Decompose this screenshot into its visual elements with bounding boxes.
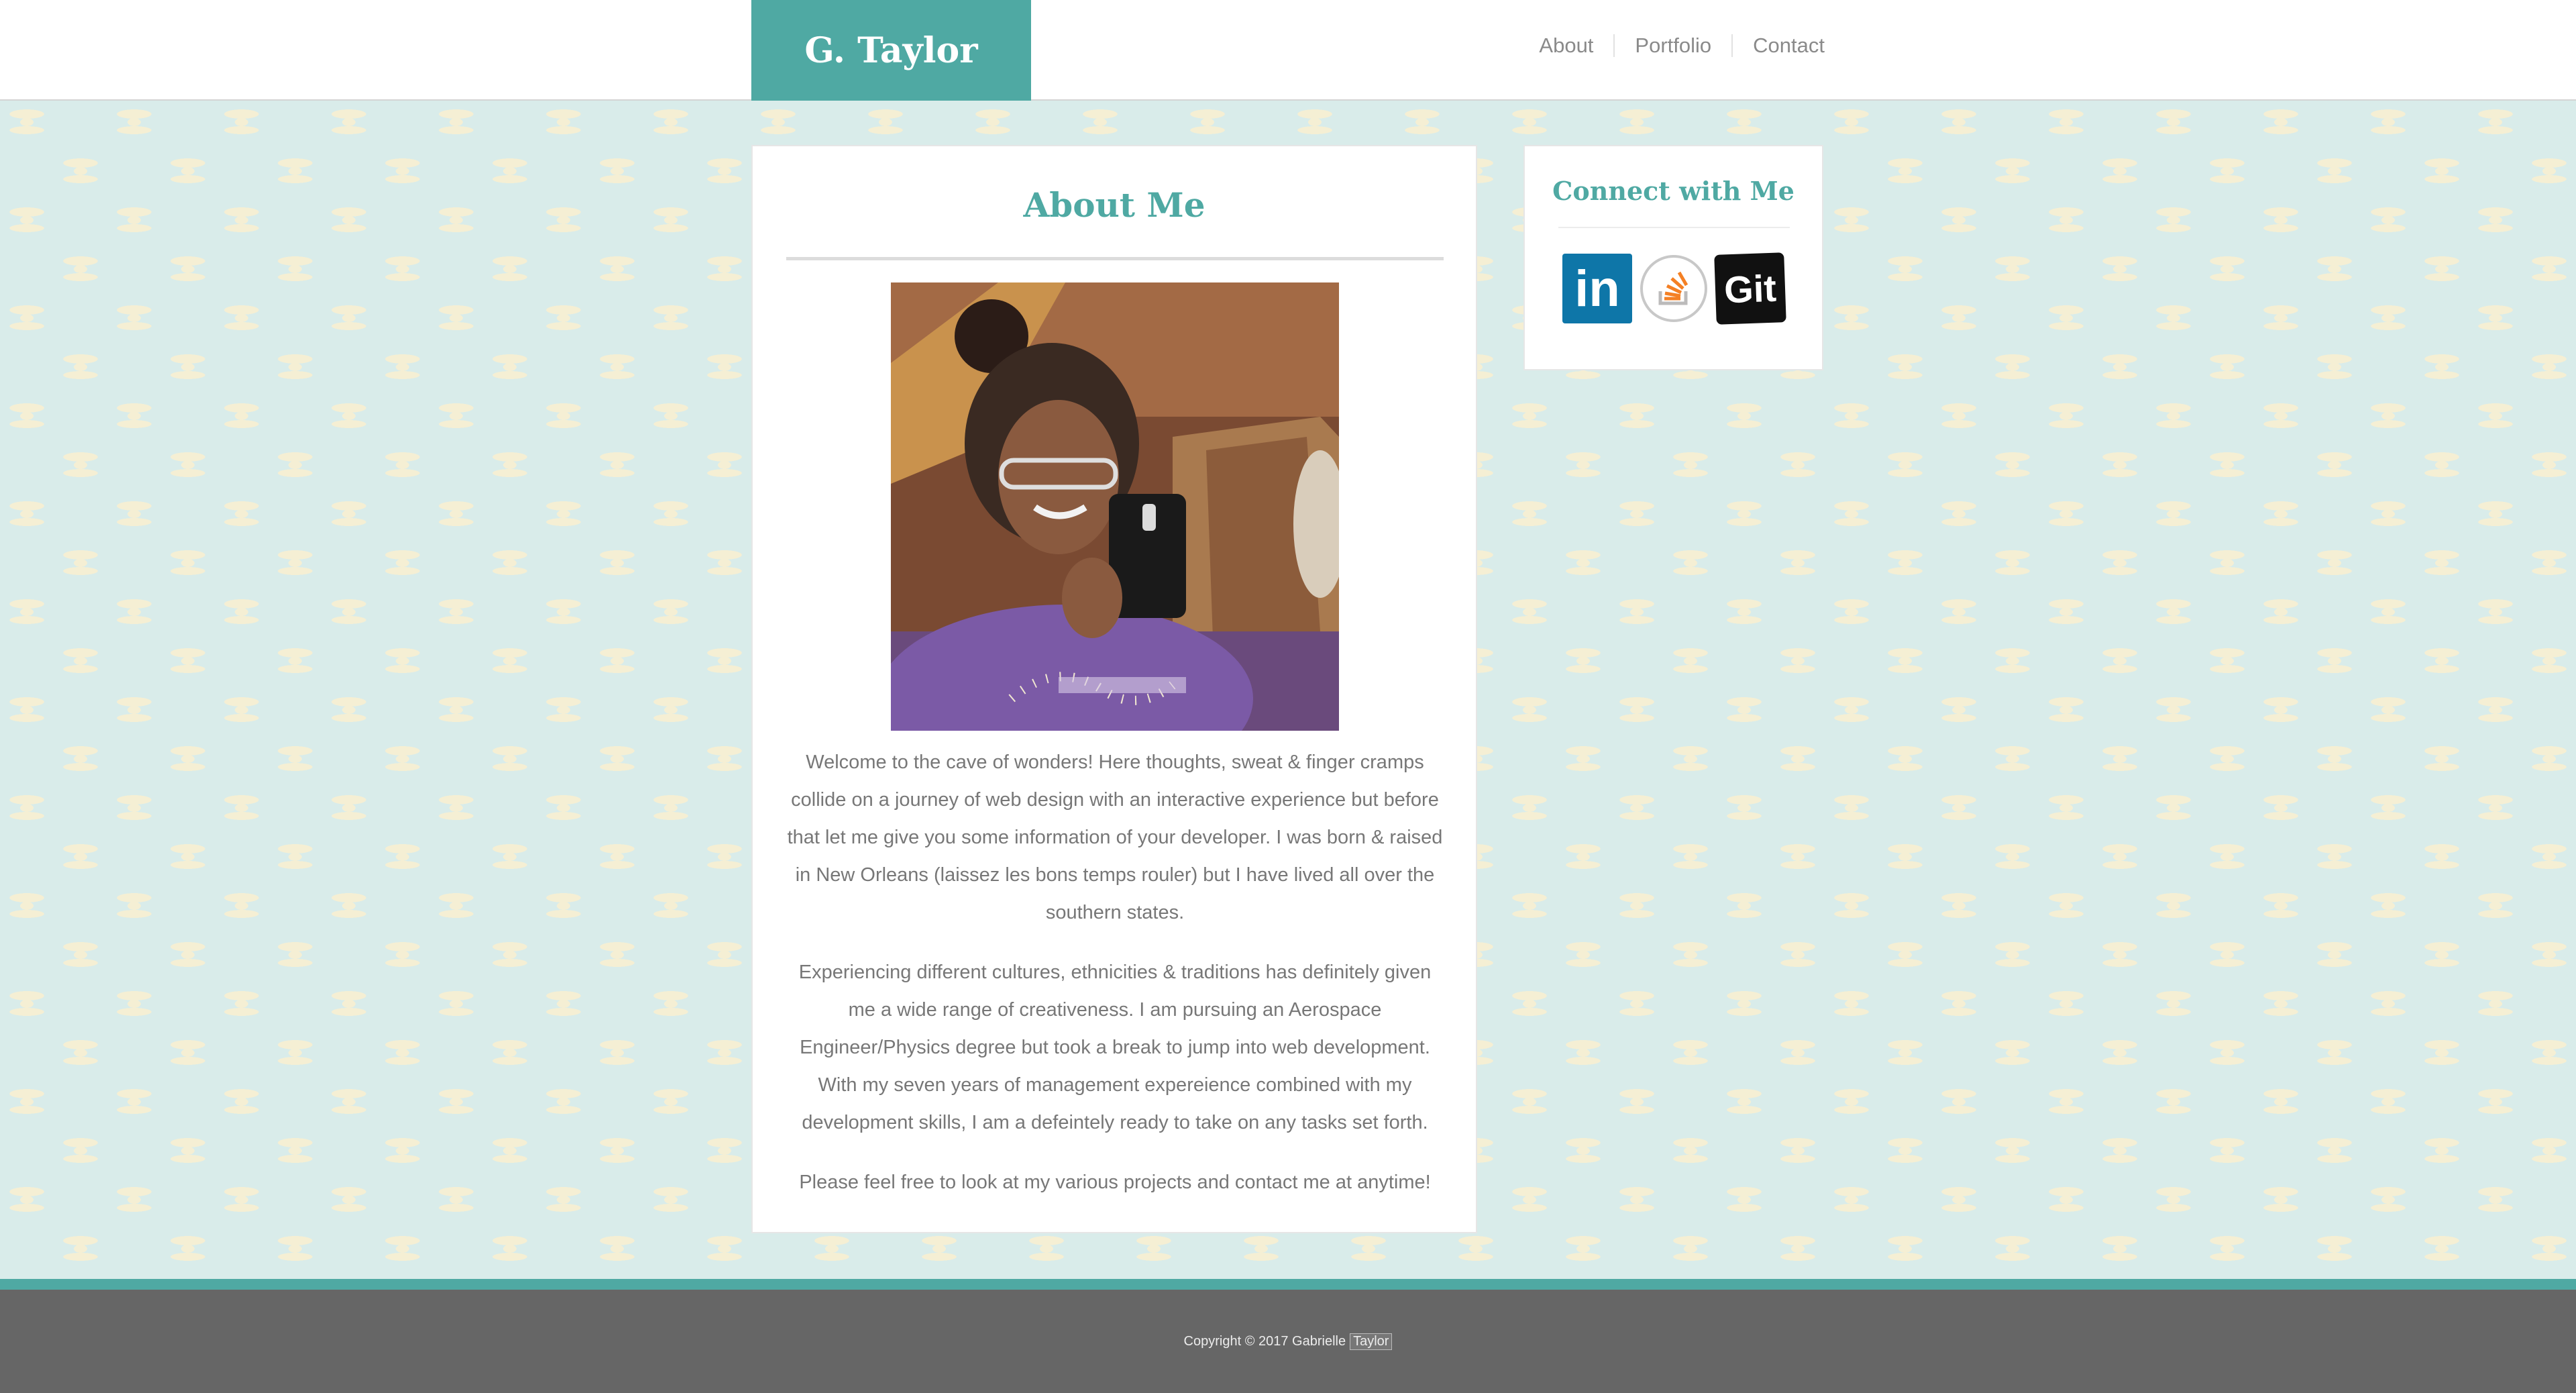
stackoverflow-link[interactable] xyxy=(1639,254,1709,323)
nav-contact-link[interactable]: Contact xyxy=(1731,34,1825,57)
brand-logo[interactable]: G. Taylor xyxy=(751,0,1031,101)
git-icon: Git xyxy=(1723,266,1777,311)
title-divider xyxy=(786,257,1444,260)
nav-about-link[interactable]: About xyxy=(1519,34,1613,57)
nav-portfolio-link[interactable]: Portfolio xyxy=(1613,34,1731,57)
copyright-surname: Taylor xyxy=(1350,1333,1393,1350)
site-footer: Copyright © 2017 Gabrielle Taylor xyxy=(0,1290,2576,1393)
bio-paragraph-1: Welcome to the cave of wonders! Here tho… xyxy=(787,752,1443,923)
about-card: About Me Welcome to the cave of wonders!… xyxy=(751,145,1477,1233)
linkedin-icon: in xyxy=(1574,260,1620,317)
connect-card: Connect with Me in Git xyxy=(1523,145,1823,370)
bio-text: Welcome to the cave of wonders! Here tho… xyxy=(786,743,1444,1223)
stackoverflow-icon xyxy=(1640,255,1707,322)
github-link[interactable]: Git xyxy=(1714,252,1786,325)
profile-photo xyxy=(891,282,1339,731)
footer-accent-band xyxy=(0,1279,2576,1290)
main-nav: About Portfolio Contact xyxy=(1519,30,1825,62)
connect-divider xyxy=(1558,227,1790,228)
connect-title: Connect with Me xyxy=(1552,176,1794,206)
social-links: in Git xyxy=(1562,252,1786,325)
bio-paragraph-2: Experiencing different cultures, ethnici… xyxy=(798,962,1432,1133)
bio-paragraph-3: Please feel free to look at my various p… xyxy=(799,1172,1431,1193)
linkedin-link[interactable]: in xyxy=(1562,254,1632,323)
about-title: About Me xyxy=(1023,185,1205,225)
copyright-text: Copyright © 2017 Gabrielle xyxy=(1183,1333,1346,1349)
site-header: G. Taylor About Portfolio Contact xyxy=(0,0,2576,101)
